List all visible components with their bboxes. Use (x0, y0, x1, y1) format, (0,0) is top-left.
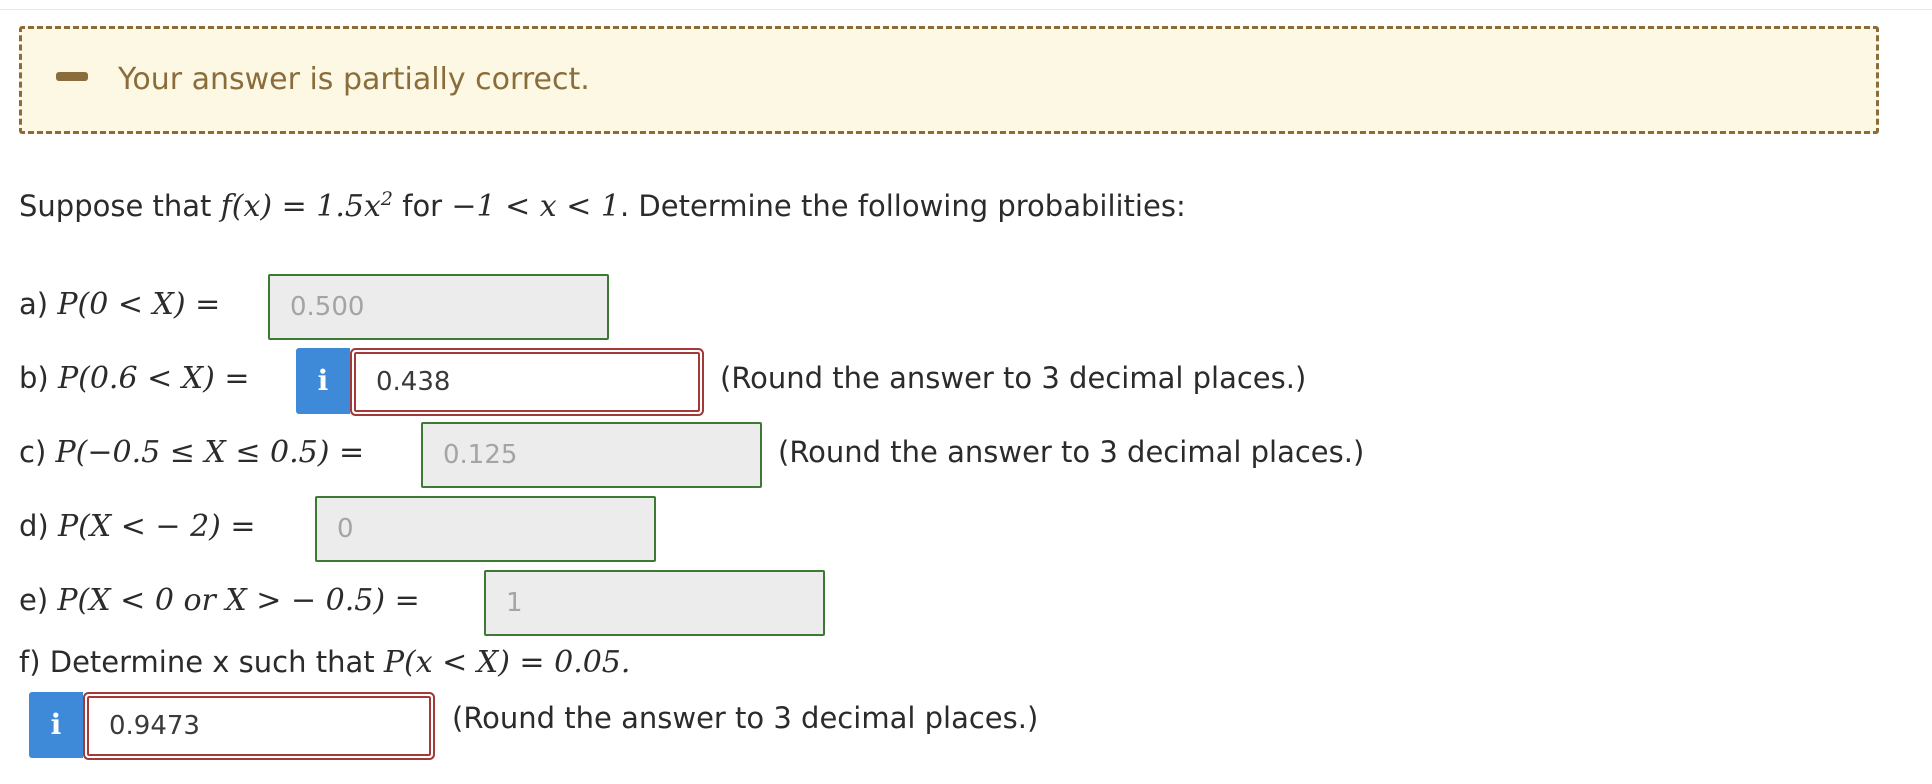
answer-d-input[interactable]: 0 (315, 496, 656, 562)
top-divider (0, 9, 1932, 10)
question-range: −1 < x < 1 (451, 189, 620, 224)
question-suffix: . Determine the following probabilities: (619, 189, 1186, 223)
part-f-hint: (Round the answer to 3 decimal places.) (452, 701, 1039, 735)
question-function: f(x) = 1.5x2 (220, 188, 394, 224)
question-for: for (393, 189, 452, 223)
minus-icon (56, 72, 88, 81)
part-e-label: e) P(X < 0 or X > − 0.5) = (19, 583, 420, 618)
part-b-label: b) P(0.6 < X) = (19, 361, 250, 396)
part-c-hint: (Round the answer to 3 decimal places.) (778, 435, 1365, 469)
answer-f-input[interactable]: 0.9473 (85, 694, 433, 758)
part-f-label: f) Determine x such that P(x < X) = 0.05… (19, 645, 631, 680)
info-icon-b[interactable]: i (296, 348, 350, 414)
info-icon-f[interactable]: i (29, 692, 83, 758)
part-a-label: a) P(0 < X) = (19, 287, 221, 322)
part-b-hint: (Round the answer to 3 decimal places.) (720, 361, 1307, 395)
question-prefix: Suppose that (19, 189, 221, 223)
feedback-banner: Your answer is partially correct. (19, 26, 1879, 134)
answer-b-input[interactable]: 0.438 (352, 350, 702, 414)
part-d-label: d) P(X < − 2) = (19, 509, 256, 544)
question-text: Suppose that f(x) = 1.5x2 for −1 < x < 1… (19, 190, 1186, 222)
feedback-message: Your answer is partially correct. (118, 62, 590, 97)
part-c-label: c) P(−0.5 ≤ X ≤ 0.5) = (19, 435, 365, 470)
answer-a-input[interactable]: 0.500 (268, 274, 609, 340)
answer-c-input[interactable]: 0.125 (421, 422, 762, 488)
answer-e-input[interactable]: 1 (484, 570, 825, 636)
